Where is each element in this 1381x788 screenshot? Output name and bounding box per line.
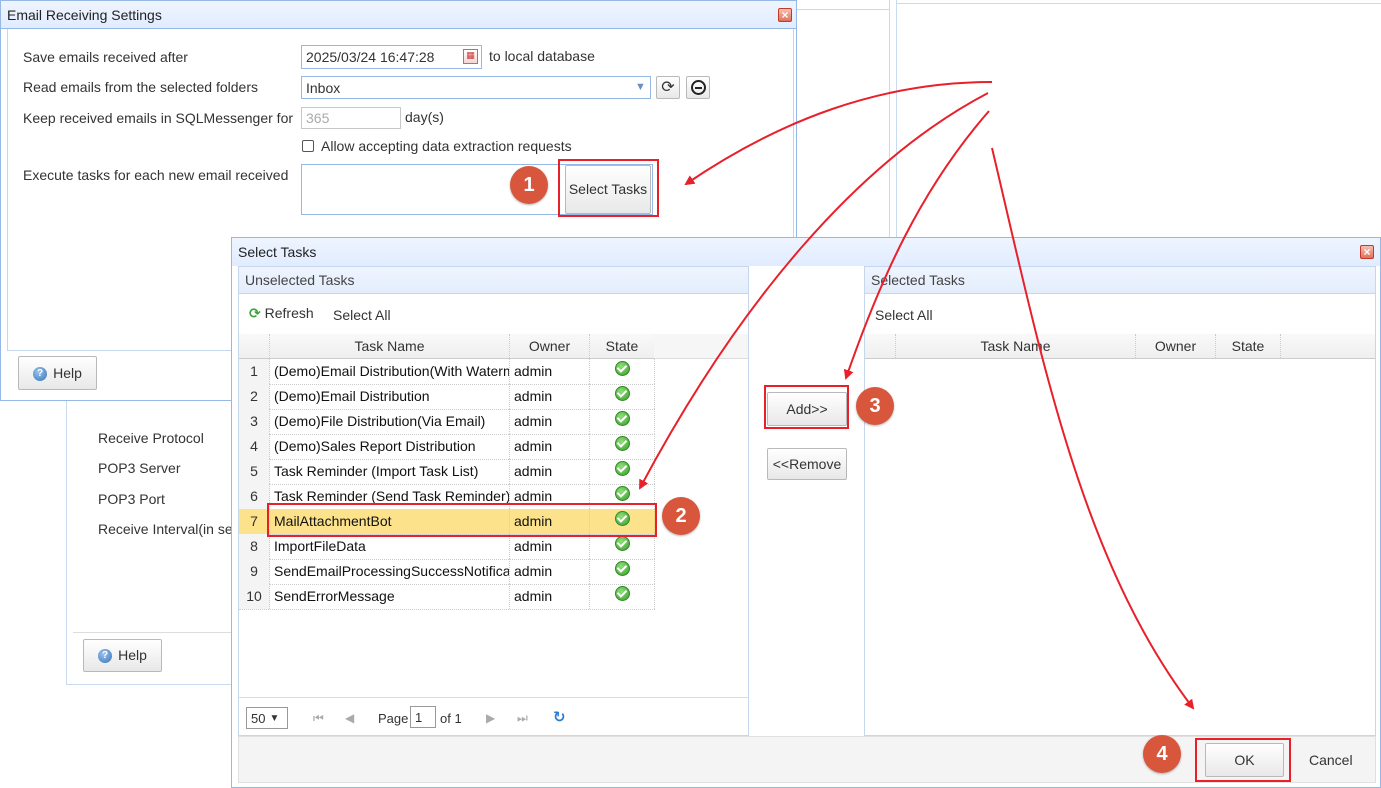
arrow-to-add <box>843 110 990 380</box>
annotation-arrows <box>639 81 1195 710</box>
step-badge-2: 2 <box>662 497 700 535</box>
step-badge-3: 3 <box>856 387 894 425</box>
step-badge-1: 1 <box>510 166 548 204</box>
step-badge-4: 4 <box>1143 735 1181 773</box>
arrow-to-row <box>639 92 989 490</box>
arrow-to-ok <box>991 147 1195 710</box>
arrow-to-select-tasks <box>684 81 993 186</box>
